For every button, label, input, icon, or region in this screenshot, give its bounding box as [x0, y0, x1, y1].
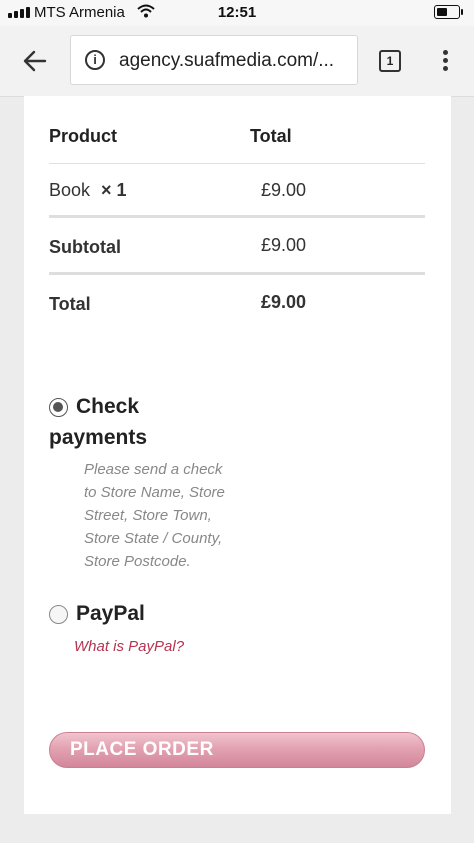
subtotal-value: £9.00 [261, 235, 307, 255]
check-payments-label-line1[interactable]: Check [76, 391, 139, 422]
subtotal-label: Subtotal [49, 237, 121, 257]
check-payments-description: Please send a check to Store Name, Store… [84, 458, 225, 573]
header-total: Total [250, 126, 292, 146]
info-icon[interactable]: i [85, 50, 105, 70]
address-bar[interactable]: i agency.suafmedia.com/... [70, 35, 358, 85]
item-total: £9.00 [261, 180, 307, 200]
check-payments-radio[interactable] [49, 398, 68, 417]
item-product: Book [49, 180, 91, 200]
place-order-button[interactable]: PLACE ORDER [49, 732, 425, 768]
total-label: Total [49, 294, 91, 314]
item-name: Book × 1 [49, 180, 127, 201]
check-payments-label-line2[interactable]: payments [49, 422, 147, 453]
what-is-paypal-link[interactable]: What is PayPal? [74, 638, 184, 655]
description-line: Store State / County, [84, 530, 223, 547]
description-line: Street, Store Town, [84, 507, 212, 524]
paypal-label[interactable]: PayPal [76, 598, 145, 629]
divider [49, 272, 425, 275]
tab-switcher-button[interactable]: 1 [379, 50, 401, 72]
clock: 12:51 [217, 4, 257, 21]
status-bar: MTS Armenia 12:51 [0, 0, 474, 26]
item-quantity: × 1 [101, 180, 127, 200]
description-line: to Store Name, Store [84, 484, 225, 501]
back-arrow-icon[interactable] [20, 46, 50, 76]
browser-toolbar: i agency.suafmedia.com/... 1 [0, 26, 474, 97]
url-text: agency.suafmedia.com/... [119, 50, 335, 71]
divider [49, 163, 425, 164]
description-line: Please send a check [84, 461, 223, 478]
total-value: £9.00 [261, 292, 307, 312]
paypal-radio[interactable] [49, 605, 68, 624]
description-line: Store Postcode. [84, 553, 191, 570]
more-menu-icon[interactable] [443, 50, 449, 72]
header-product: Product [49, 126, 118, 146]
divider [49, 215, 425, 218]
battery-icon [434, 5, 463, 19]
checkout-card: Product Total Book × 1 £9.00 Subtotal £9… [24, 96, 451, 814]
